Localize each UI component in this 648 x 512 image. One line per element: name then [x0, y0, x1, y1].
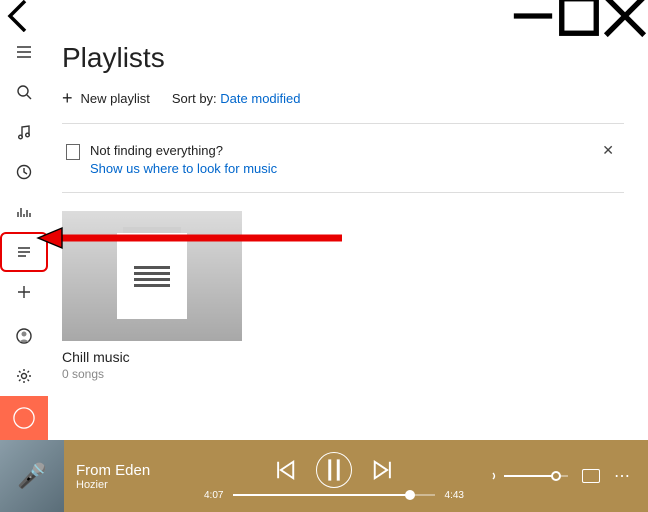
timeline[interactable]: 4:07 4:43 — [204, 490, 464, 501]
plus-icon: + — [62, 88, 73, 109]
divider — [62, 123, 624, 124]
banner-line1: Not finding everything? — [90, 142, 277, 160]
volume-control[interactable] — [482, 468, 568, 484]
settings-icon[interactable] — [0, 356, 48, 396]
banner-close-icon[interactable]: ✕ — [596, 142, 620, 159]
new-playlist-button[interactable]: + New playlist — [62, 88, 150, 109]
search-icon[interactable] — [0, 72, 48, 112]
playlist-card[interactable]: Chill music 0 songs — [62, 211, 242, 381]
sort-value[interactable]: Date modified — [220, 91, 300, 106]
playlist-name: Chill music — [62, 349, 242, 365]
minimize-button[interactable] — [510, 0, 556, 32]
banner-link[interactable]: Show us where to look for music — [90, 161, 277, 176]
info-banner: Not finding everything? Show us where to… — [62, 136, 624, 193]
page-title: Playlists — [62, 42, 624, 74]
next-button[interactable] — [372, 459, 394, 481]
music-icon[interactable] — [0, 112, 48, 152]
time-total: 4:43 — [445, 490, 464, 501]
sort-control[interactable]: Sort by: Date modified — [172, 91, 301, 106]
time-elapsed: 4:07 — [204, 490, 223, 501]
back-button[interactable] — [0, 0, 40, 32]
sidebar — [0, 32, 48, 440]
close-button[interactable] — [602, 0, 648, 32]
document-icon — [66, 144, 80, 160]
pause-button[interactable] — [316, 452, 352, 488]
now-playing-icon[interactable] — [0, 192, 48, 232]
track-artist: Hozier — [76, 479, 186, 491]
track-title: From Eden — [76, 462, 186, 479]
spotify-icon[interactable] — [0, 396, 48, 440]
previous-button[interactable] — [274, 459, 296, 481]
playlists-icon[interactable] — [0, 232, 48, 272]
more-icon[interactable]: ⋯ — [614, 466, 632, 486]
cast-icon[interactable] — [582, 469, 600, 483]
album-art[interactable]: 🎤 — [0, 440, 64, 512]
playlist-thumbnail — [62, 211, 242, 341]
maximize-button[interactable] — [556, 0, 602, 32]
playlist-meta: 0 songs — [62, 367, 242, 381]
hamburger-icon[interactable] — [0, 32, 48, 72]
new-playlist-label: New playlist — [81, 91, 150, 106]
player-bar: 🎤 From Eden Hozier 4:07 4:43 ⋯ — [0, 440, 648, 512]
recent-icon[interactable] — [0, 152, 48, 192]
account-icon[interactable] — [0, 316, 48, 356]
add-icon[interactable] — [0, 272, 48, 312]
